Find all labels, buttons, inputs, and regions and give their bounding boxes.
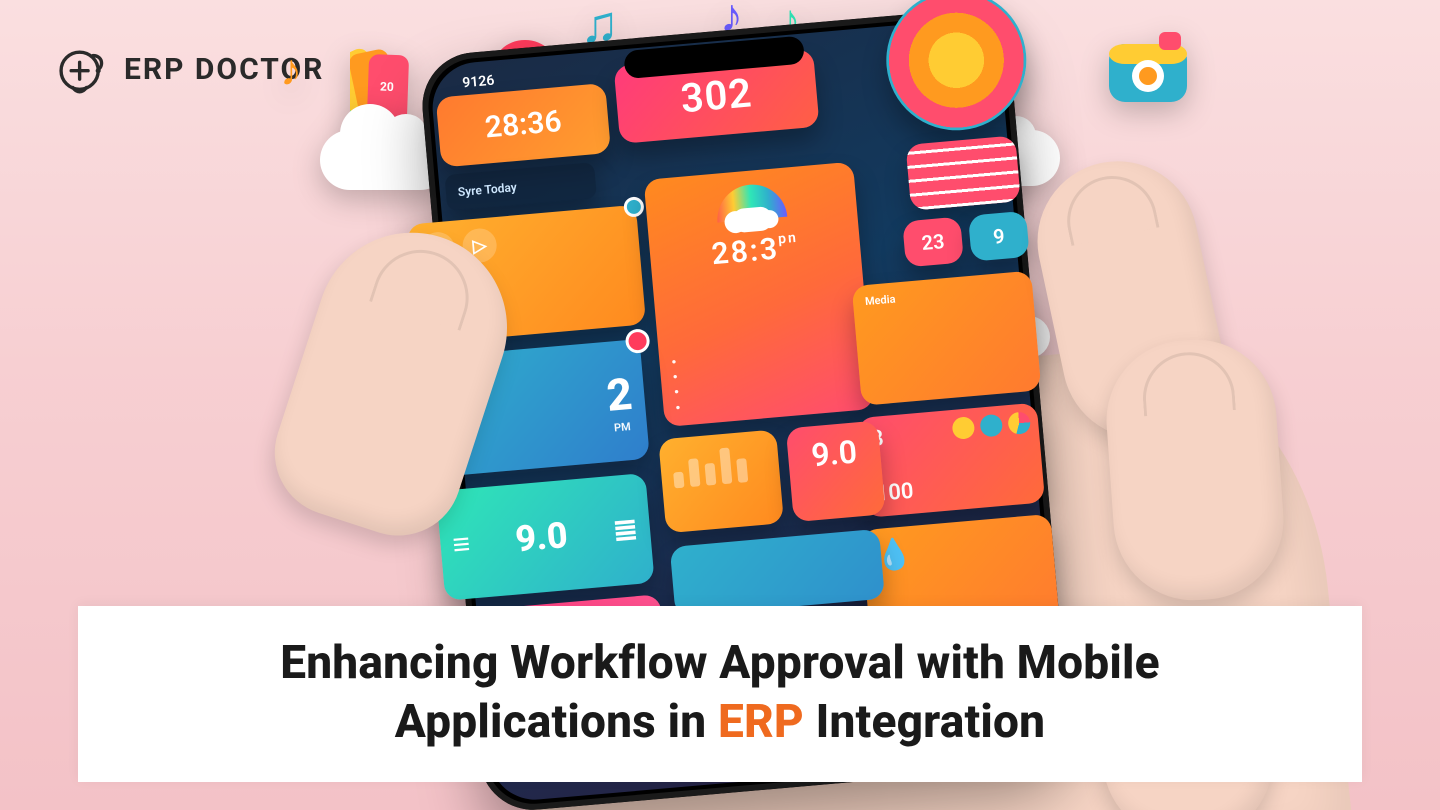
weather-subtitle — [664, 262, 849, 278]
media-widget: Media — [852, 271, 1042, 406]
weather-item — [674, 369, 861, 400]
secondary-number: 9.0 — [514, 514, 570, 560]
play-icon: ▷ — [461, 227, 498, 264]
svg-text:20: 20 — [380, 79, 394, 93]
cal-number: 2 — [605, 367, 635, 421]
status-right — [966, 31, 967, 47]
bottom-a-text — [682, 540, 867, 556]
list-icon: ≡ — [451, 526, 471, 562]
cal-unit: PM — [609, 419, 635, 434]
brand-logo: ERP DOCTOR — [56, 42, 324, 96]
stats-widget: 8 100 — [857, 403, 1045, 518]
cal-label — [439, 434, 468, 437]
dot-icon — [979, 414, 1003, 438]
target-icon — [880, 0, 1032, 136]
color-fan-icon: 20 — [350, 44, 500, 168]
media-subtitle — [873, 381, 1028, 395]
secondary-label — [517, 556, 569, 561]
sync-text: Syre Today — [457, 174, 584, 199]
music-note-icon: ♫ — [580, 0, 619, 55]
status-time: 9126 — [462, 73, 495, 92]
pin-badge-icon — [625, 328, 651, 354]
camera-icon — [1105, 28, 1191, 110]
weather-list — [671, 339, 862, 416]
clock-number: 302 — [627, 69, 806, 124]
hand-finger — [1101, 334, 1289, 605]
sync-label: Syre Today — [444, 162, 597, 211]
music-title: Music — [425, 276, 631, 307]
count-number: 9.0 — [799, 432, 870, 476]
count-widget: 9.0 — [786, 420, 886, 522]
chart-label — [678, 514, 772, 522]
weather-item — [671, 339, 858, 370]
bar-chart-icon — [671, 440, 768, 488]
cloud-icon — [940, 130, 1060, 186]
mini-badge-value: 23 — [921, 229, 946, 255]
music-widget: 💬 ▷ Music — [407, 205, 647, 345]
logo-text: ERP DOCTOR — [124, 52, 324, 87]
headline-line2b: Integration — [804, 695, 1045, 749]
badge-dot-icon — [623, 196, 645, 218]
clock-widget-large: 302 — [614, 49, 820, 144]
headline-banner: Enhancing Workflow Approval with Mobile … — [78, 606, 1362, 782]
clock-widget-small: 28:36 — [436, 83, 611, 168]
hand-thumb — [258, 208, 531, 552]
map-pin-icon — [490, 40, 560, 130]
wave-icon: ᘛ — [436, 394, 468, 436]
stripe-widget — [906, 135, 1021, 210]
cloud-icon — [960, 316, 1050, 358]
stat-b: 100 — [875, 479, 915, 507]
cloud-icon — [320, 130, 450, 190]
logo-mark-icon — [56, 42, 110, 96]
mini-badge: 23 — [902, 217, 964, 268]
weather-temp: 28:3 — [710, 231, 780, 272]
rainbow-icon — [715, 182, 788, 223]
hand-finger — [1023, 146, 1238, 453]
bottom-widget-a — [670, 529, 885, 617]
stat-a: 8 — [870, 426, 885, 452]
music-note-icon: ♪ — [780, 0, 800, 43]
music-subtitle — [428, 315, 633, 333]
chat-icon: 💬 — [419, 231, 456, 268]
phone-statusbar: 9126 — [462, 31, 967, 91]
chart-widget — [658, 429, 784, 533]
droplet-icon: 💧 — [874, 525, 1042, 574]
bars-icon: ≣ — [611, 511, 639, 548]
secondary-widget: ≡ 9.0 ≣ — [436, 473, 655, 601]
calendar-widget: ᘛ 2 PM — [420, 339, 650, 478]
stat-chips — [951, 411, 1031, 440]
headline-accent: ERP — [718, 695, 804, 749]
hero-graphic: ERP DOCTOR ♪ 20 — [0, 0, 1440, 810]
headline-line1: Enhancing Workflow Approval with Mobile — [280, 636, 1160, 690]
media-title: Media — [864, 282, 1021, 309]
phone-notch — [623, 36, 805, 80]
dot-icon — [951, 416, 975, 440]
pie-icon — [1007, 411, 1031, 435]
mini-badge: 9 — [968, 211, 1030, 262]
count-label — [805, 505, 873, 511]
mini-badge-value: 9 — [992, 224, 1005, 249]
headline-text: Enhancing Workflow Approval with Mobile … — [118, 634, 1322, 752]
weather-widget: 28:3pn — [644, 162, 875, 427]
headline-line2a: Applications in — [395, 695, 718, 749]
weather-item — [672, 354, 859, 385]
clock-time: 28:36 — [449, 104, 597, 147]
weather-item — [675, 385, 862, 416]
weather-unit: pn — [778, 230, 799, 248]
music-note-icon: ♪ — [720, 0, 743, 43]
cloud-icon — [731, 206, 773, 233]
